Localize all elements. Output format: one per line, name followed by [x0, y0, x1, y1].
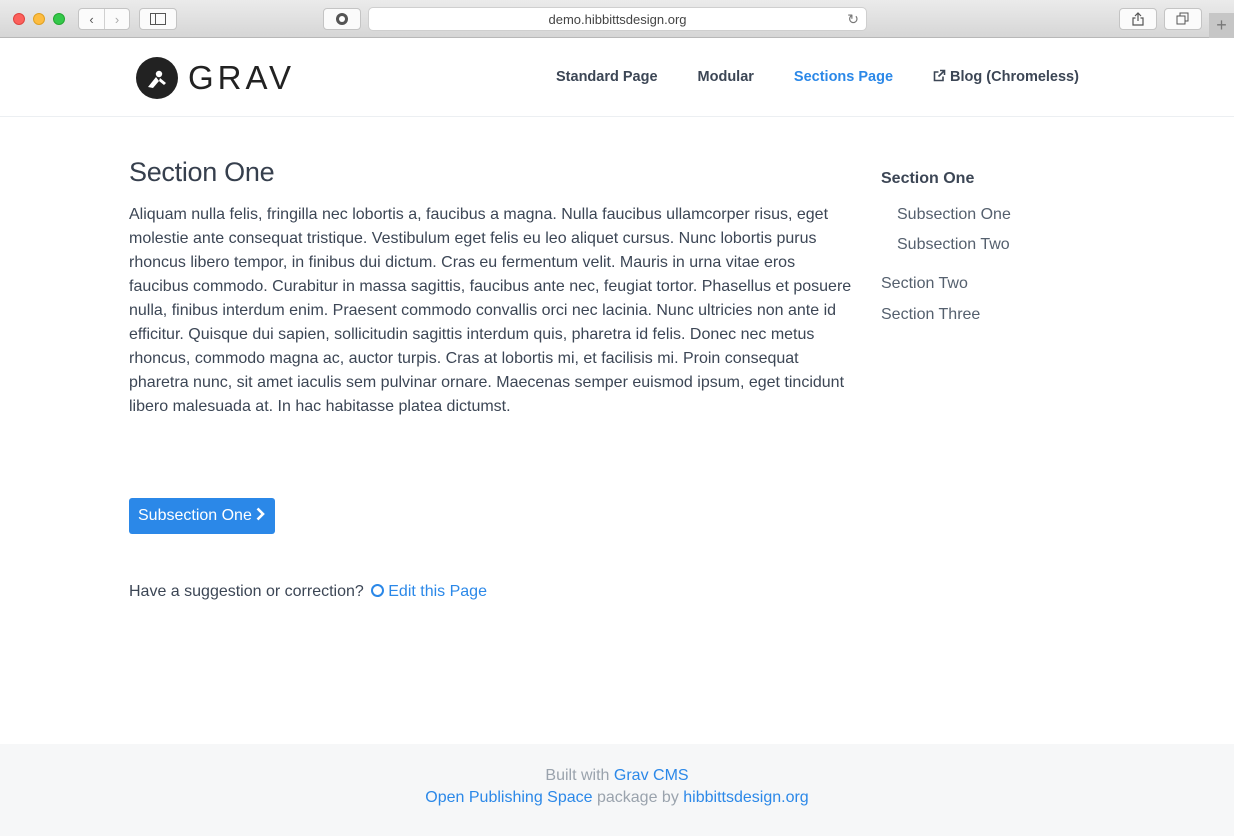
- nav-blog-label: Blog (Chromeless): [950, 69, 1079, 85]
- grav-logo-icon: [136, 57, 178, 99]
- share-icon: [1132, 12, 1144, 26]
- footer-line-package: Open Publishing Space package by hibbitt…: [0, 789, 1234, 807]
- toc-section-two[interactable]: Section Two: [881, 275, 1121, 293]
- minimize-window-button[interactable]: [33, 13, 45, 25]
- chevron-right-icon: [256, 507, 265, 526]
- forward-icon[interactable]: ›: [103, 9, 129, 29]
- history-nav: ‹ ›: [78, 8, 130, 30]
- package-by-text: package by: [596, 789, 679, 806]
- edit-page-label: Edit this Page: [388, 583, 487, 600]
- nav-sections-page[interactable]: Sections Page: [794, 69, 893, 85]
- toc-subsection-one[interactable]: Subsection One: [897, 206, 1121, 224]
- built-with-text: Built with: [545, 767, 610, 784]
- browser-toolbar: ‹ › demo.hibbittsdesign.org ↻ +: [0, 0, 1234, 38]
- edit-suggestion: Have a suggestion or correction? Edit th…: [129, 583, 487, 601]
- open-publishing-space-link[interactable]: Open Publishing Space: [425, 789, 592, 806]
- grav-cms-link[interactable]: Grav CMS: [614, 767, 689, 784]
- sidebar-icon: [150, 13, 166, 25]
- next-subsection-button[interactable]: Subsection One: [129, 498, 275, 534]
- reader-icon: [336, 13, 348, 25]
- nav-blog-chromeless[interactable]: Blog (Chromeless): [933, 69, 1079, 85]
- zoom-window-button[interactable]: [53, 13, 65, 25]
- tabs-icon: [1176, 12, 1189, 25]
- section-body: Aliquam nulla felis, fringilla nec lobor…: [129, 206, 852, 415]
- reader-button[interactable]: [323, 8, 361, 30]
- site-footer: Built with Grav CMS Open Publishing Spac…: [0, 744, 1234, 836]
- page-title: Section One: [129, 157, 275, 187]
- url-text: demo.hibbittsdesign.org: [548, 11, 687, 27]
- footer-line-built-with: Built with Grav CMS: [0, 767, 1234, 785]
- toc-section-three[interactable]: Section Three: [881, 306, 1121, 324]
- share-button[interactable]: [1119, 8, 1157, 30]
- suggestion-text: Have a suggestion or correction?: [129, 583, 364, 600]
- next-subsection-label: Subsection One: [138, 507, 252, 524]
- main-content: Section One Aliquam nulla felis, fringil…: [129, 157, 859, 419]
- edit-page-link[interactable]: Edit this Page: [368, 583, 487, 600]
- logo-text: GRAV: [188, 59, 296, 96]
- main-nav: Standard Page Modular Sections Page Blog…: [556, 69, 1079, 85]
- nav-standard-page[interactable]: Standard Page: [556, 69, 658, 85]
- address-bar[interactable]: demo.hibbittsdesign.org ↻: [368, 7, 867, 31]
- github-icon: [371, 584, 385, 597]
- nav-modular[interactable]: Modular: [698, 69, 754, 85]
- back-icon[interactable]: ‹: [79, 9, 104, 29]
- hibbittsdesign-link[interactable]: hibbittsdesign.org: [683, 789, 808, 806]
- site-header: GRAV Standard Page Modular Sections Page…: [0, 39, 1234, 117]
- tab-overview-button[interactable]: [1164, 8, 1202, 30]
- close-window-button[interactable]: [13, 13, 25, 25]
- toc-subsection-two[interactable]: Subsection Two: [897, 236, 1121, 254]
- page-toc: Section One Subsection One Subsection Tw…: [881, 170, 1121, 324]
- external-link-icon: [933, 69, 946, 85]
- new-tab-button[interactable]: +: [1209, 13, 1234, 38]
- toc-section-one[interactable]: Section One: [881, 170, 1121, 192]
- sidebar-toggle-button[interactable]: [139, 8, 177, 30]
- site-logo[interactable]: GRAV: [136, 57, 295, 99]
- reload-icon[interactable]: ↻: [847, 11, 859, 28]
